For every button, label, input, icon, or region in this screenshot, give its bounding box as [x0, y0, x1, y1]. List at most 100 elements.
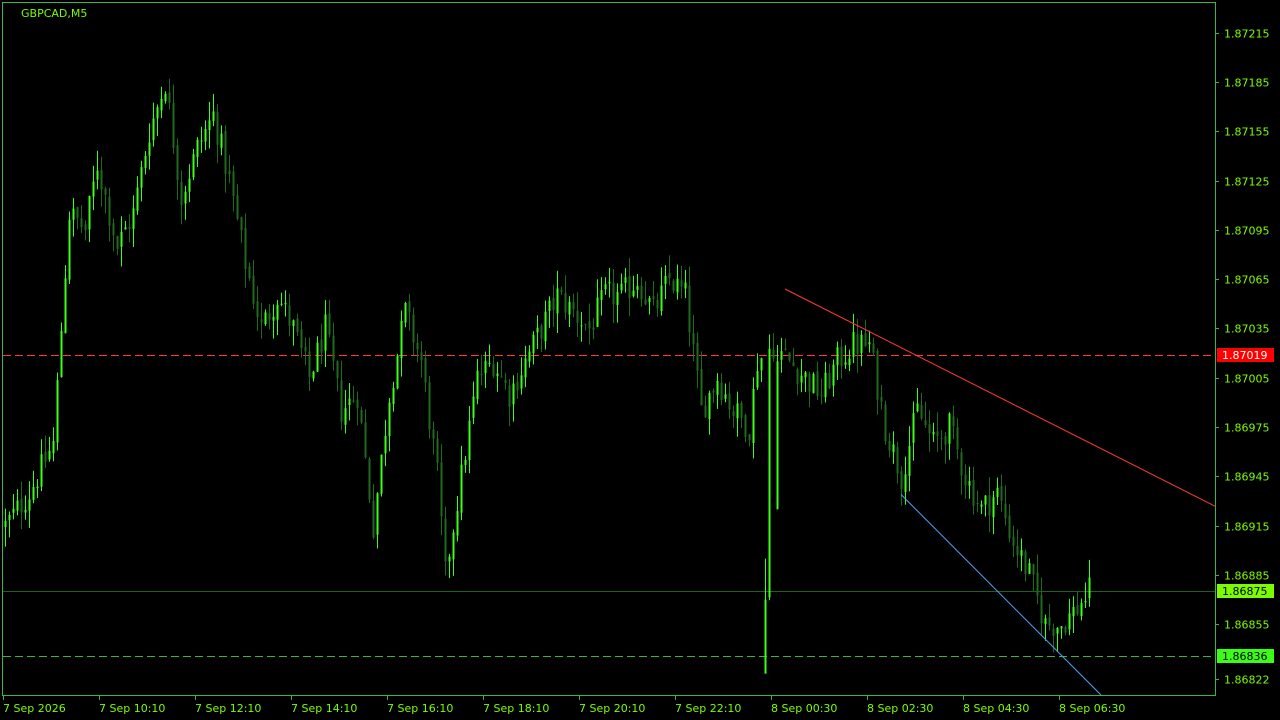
- candle-body: [640, 285, 643, 300]
- y-tick-label: 1.86945: [1224, 471, 1270, 484]
- candle-body: [892, 444, 895, 453]
- candle-body: [624, 277, 627, 283]
- candle-body: [360, 409, 363, 423]
- candle-body: [760, 358, 763, 371]
- y-tick-label: 1.86915: [1224, 521, 1270, 534]
- candle: [768, 334, 771, 601]
- candle-body: [768, 348, 771, 598]
- x-tick-label: 7 Sep 14:10: [291, 702, 357, 715]
- candle-body: [524, 358, 527, 378]
- candle-body: [632, 290, 635, 297]
- candle-body: [680, 280, 683, 287]
- candle-body: [764, 599, 767, 674]
- candle-body: [900, 470, 903, 489]
- price-chart[interactable]: 1.87215 1.87185 1.87155 1.87125 1.87095 1.870…: [0, 0, 1280, 720]
- candle-body: [788, 352, 791, 361]
- candle-body: [156, 107, 159, 119]
- resistance-level-price-tag: 1.87019: [1217, 348, 1274, 362]
- support-level-price-tag: 1.86836: [1217, 649, 1274, 663]
- y-tick-label: 1.87095: [1224, 225, 1270, 238]
- candle-body: [12, 508, 15, 513]
- candle-body: [124, 227, 127, 230]
- candle-body: [64, 278, 67, 334]
- candle-body: [408, 301, 411, 312]
- candle-body: [284, 302, 287, 305]
- candle-body: [492, 363, 495, 376]
- candle-body: [452, 532, 455, 560]
- candle-body: [956, 427, 959, 450]
- candle-body: [1012, 536, 1015, 546]
- candle-body: [672, 280, 675, 291]
- candle: [884, 400, 887, 445]
- candle-body: [120, 231, 123, 247]
- candle-body: [60, 330, 63, 378]
- candle-body: [812, 373, 815, 394]
- candle-body: [288, 305, 291, 326]
- candle-body: [644, 299, 647, 305]
- candle-body: [92, 181, 95, 197]
- y-tick-label: 1.86885: [1224, 570, 1270, 583]
- candle-body: [8, 514, 11, 520]
- candle-body: [836, 347, 839, 366]
- candle-body: [240, 217, 243, 231]
- candle-body: [964, 474, 967, 486]
- candle-body: [472, 396, 475, 418]
- candle-body: [648, 298, 651, 302]
- candle: [776, 344, 779, 510]
- candle-body: [792, 362, 795, 367]
- candle-body: [352, 400, 355, 402]
- candle-body: [328, 313, 331, 335]
- candle-body: [844, 362, 847, 365]
- candle-body: [1048, 617, 1051, 626]
- candle-body: [216, 112, 219, 145]
- candle-body: [800, 375, 803, 383]
- candle-body: [424, 357, 427, 383]
- candle-body: [664, 275, 667, 284]
- candle-body: [496, 373, 499, 377]
- candle-body: [596, 297, 599, 327]
- candle-body: [272, 316, 275, 321]
- candle-body: [344, 408, 347, 425]
- candle-body: [1000, 486, 1003, 501]
- x-tick-label: 7 Sep 16:10: [387, 702, 453, 715]
- chart-background: [0, 0, 1280, 720]
- price-tag-label: 1.86875: [1222, 585, 1268, 598]
- candle-body: [568, 301, 571, 315]
- candle-body: [488, 363, 491, 365]
- candle-body: [244, 227, 247, 269]
- candle-body: [628, 276, 631, 299]
- candle-body: [1040, 595, 1043, 624]
- candle-body: [592, 327, 595, 330]
- candle-body: [152, 118, 155, 141]
- candle-body: [960, 452, 963, 476]
- candle-body: [412, 314, 415, 343]
- candle-body: [772, 349, 775, 359]
- candle-body: [368, 458, 371, 500]
- candle-body: [848, 358, 851, 366]
- candle-body: [988, 495, 991, 516]
- candle: [56, 372, 59, 451]
- x-tick-label: 7 Sep 20:10: [579, 702, 645, 715]
- candle-body: [388, 402, 391, 437]
- candle-body: [184, 191, 187, 204]
- candle-body: [84, 224, 87, 231]
- candle-body: [716, 380, 719, 395]
- candle-body: [172, 102, 175, 148]
- candle-body: [468, 420, 471, 461]
- candle-body: [1016, 545, 1019, 556]
- x-tick-label: 8 Sep 04:30: [963, 702, 1029, 715]
- candle-body: [732, 411, 735, 417]
- candle-body: [1036, 572, 1039, 596]
- candle-body: [932, 431, 935, 435]
- candle-body: [888, 441, 891, 451]
- candle-body: [140, 167, 143, 188]
- candle-body: [96, 170, 99, 180]
- candle-body: [1020, 550, 1023, 556]
- candle: [380, 454, 383, 497]
- candle-body: [144, 156, 147, 168]
- x-tick-label: 7 Sep 18:10: [483, 702, 549, 715]
- candle-body: [204, 128, 207, 142]
- candle-body: [76, 207, 79, 219]
- candle-body: [748, 434, 751, 441]
- x-tick-label: 8 Sep 02:30: [867, 702, 933, 715]
